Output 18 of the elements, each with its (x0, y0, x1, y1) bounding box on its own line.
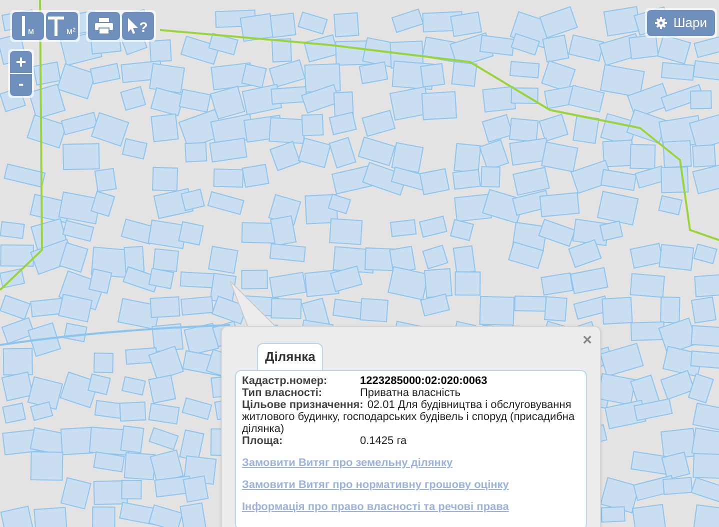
property-field: Цільове призначення: 02.01 Для будівництва і обслуговування житлового будинку, господарських будівель і споруд (присадибна ділянка) (242, 399, 580, 435)
close-button[interactable]: × (582, 333, 592, 349)
question-label: ? (139, 20, 148, 34)
zoom-in-button[interactable]: + (10, 51, 32, 73)
zoom-out-button[interactable]: - (10, 74, 32, 96)
unit-label: м (28, 27, 34, 36)
toolbar-button[interactable]: ? (122, 12, 154, 40)
order-link[interactable]: Замовити Витяг про нормативну грошову оцінку (242, 479, 509, 491)
popup-tab[interactable]: Ділянка (257, 343, 324, 370)
order-link[interactable]: Замовити Витяг про земельну ділянку (242, 457, 453, 469)
unit-label: м² (66, 27, 76, 36)
property-field: Тип власності: Приватна власність (242, 387, 580, 399)
property-field: Кадастр.номер: 1223285000:02:020:0063 (242, 375, 580, 387)
layers-button[interactable]: Шари (647, 10, 715, 36)
toolbar-button[interactable]: м (12, 12, 44, 40)
toolbar-button[interactable]: м² (46, 12, 78, 40)
property-field: Площа: 0.1425 га (242, 435, 580, 447)
order-link[interactable]: Інформація про право власності та речові права (242, 501, 509, 513)
